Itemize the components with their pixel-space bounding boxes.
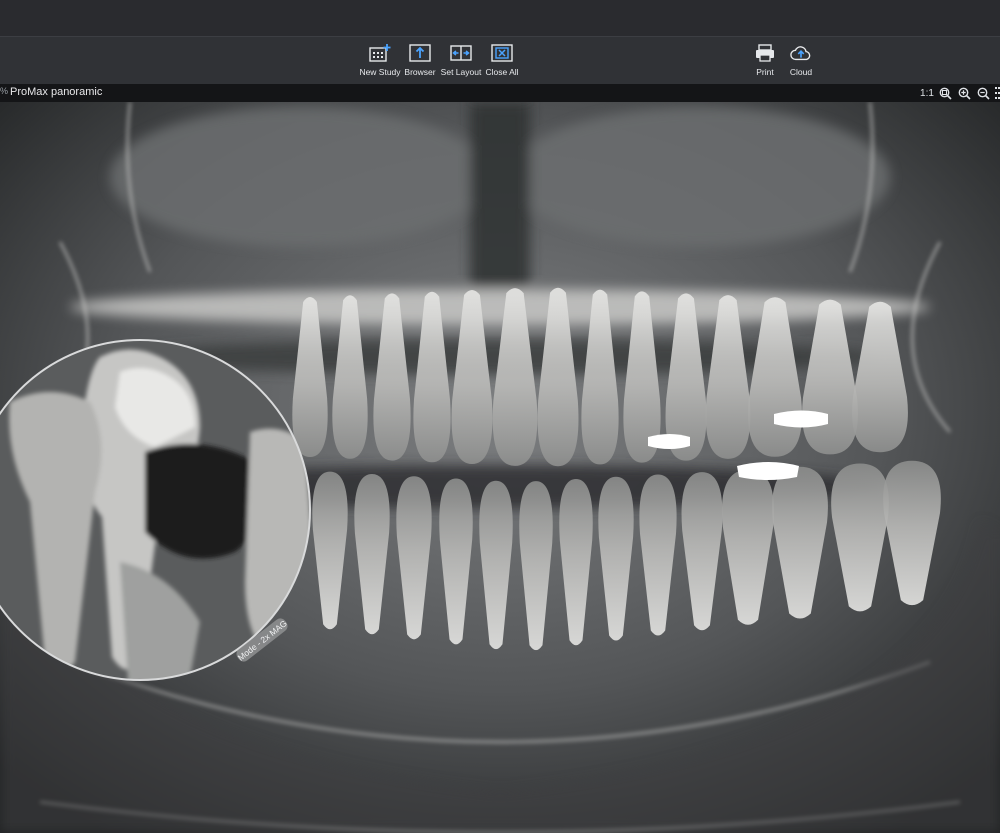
zoom-reset-button[interactable]: 1:1 [920, 85, 934, 101]
xray-viewport[interactable]: Mode - 2x MAG [0, 102, 1000, 833]
print-icon [754, 43, 776, 63]
zoom-out-icon[interactable] [975, 85, 991, 101]
grid-icon[interactable] [994, 85, 1000, 101]
zoom-in-icon[interactable] [956, 85, 972, 101]
new-study-icon [369, 43, 391, 63]
set-layout-label: Set Layout [440, 67, 482, 77]
image-title: ProMax panoramic [10, 86, 103, 98]
close-all-label: Close All [485, 67, 519, 77]
close-all-button[interactable]: Close All [478, 43, 526, 81]
close-all-icon [491, 43, 513, 63]
browser-icon [409, 43, 431, 63]
image-panel-header: % ProMax panoramic 1:1 [0, 84, 1000, 102]
print-label: Print [756, 67, 774, 77]
zoom-controls: 1:1 [920, 85, 1000, 101]
main-toolbar: New Study Browser Set Layout Close All P… [0, 36, 1000, 85]
new-study-label: New Study [359, 67, 401, 77]
window-title-bar [0, 0, 1000, 36]
browser-label: Browser [404, 67, 436, 77]
cloud-button[interactable]: Cloud [777, 43, 825, 81]
panoramic-xray-image: Mode - 2x MAG [0, 102, 1000, 833]
zoom-fit-icon[interactable] [937, 85, 953, 101]
panel-edge-mark: % [0, 86, 9, 96]
set-layout-icon [450, 43, 472, 63]
cloud-upload-icon [790, 43, 812, 63]
cloud-label: Cloud [789, 67, 813, 77]
